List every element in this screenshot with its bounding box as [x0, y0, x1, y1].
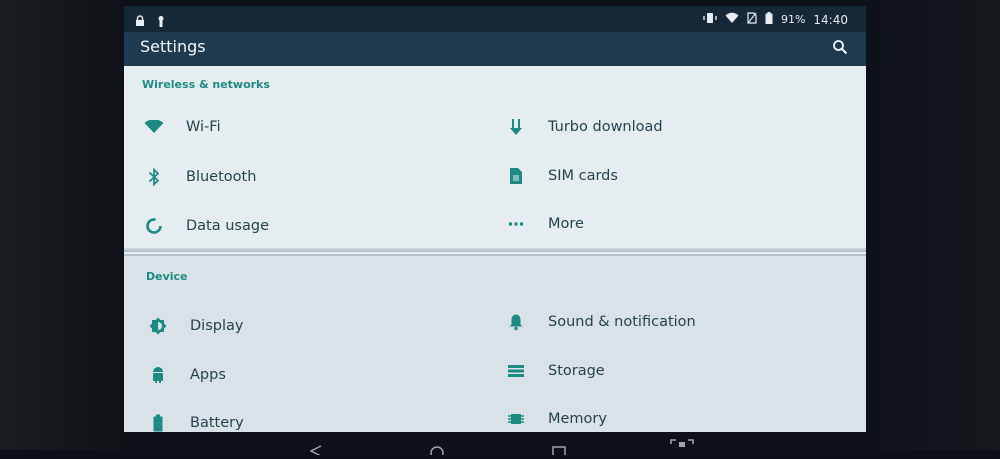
download-arrow-icon — [504, 115, 528, 139]
settings-item-label: Turbo download — [548, 119, 663, 135]
section-header: Wireless & networks — [142, 78, 270, 91]
settings-item-label: Wi-Fi — [186, 119, 221, 135]
tablet-screen: 91% 14:40 Settings Wireless & networks W… — [124, 6, 866, 450]
navigation-bar — [124, 432, 866, 459]
wifi-signal-icon — [725, 12, 739, 27]
settings-item-display[interactable]: Display — [146, 308, 476, 344]
storage-icon — [504, 359, 528, 383]
settings-item-label: Bluetooth — [186, 169, 257, 185]
settings-item-turbo-download[interactable]: Turbo download — [504, 109, 834, 145]
settings-item-storage[interactable]: Storage — [504, 353, 834, 389]
section-device: Device Display Sound & notification Apps — [124, 254, 866, 450]
key-icon — [156, 12, 166, 31]
lock-icon — [134, 12, 146, 31]
settings-item-label: Storage — [548, 363, 605, 379]
section-wireless-networks: Wireless & networks Wi-Fi Turbo download… — [124, 66, 866, 254]
settings-item-data-usage[interactable]: Data usage — [142, 208, 472, 244]
bluetooth-icon — [142, 165, 166, 189]
android-icon — [146, 363, 170, 387]
settings-item-label: SIM cards — [548, 168, 618, 184]
settings-item-label: Memory — [548, 411, 607, 427]
settings-item-sim-cards[interactable]: SIM cards — [504, 158, 834, 194]
settings-item-sound-notification[interactable]: Sound & notification — [504, 304, 834, 340]
display-brightness-icon — [146, 314, 170, 338]
memory-chip-icon — [504, 407, 528, 431]
settings-content: Wireless & networks Wi-Fi Turbo download… — [124, 66, 866, 450]
search-icon — [832, 40, 848, 59]
settings-item-label: Data usage — [186, 218, 269, 234]
settings-item-bluetooth[interactable]: Bluetooth — [142, 159, 472, 195]
more-dots-icon — [504, 212, 528, 236]
settings-item-more[interactable]: More — [504, 206, 834, 242]
settings-item-label: Apps — [190, 367, 226, 383]
data-usage-icon — [142, 214, 166, 238]
battery-percent: 91% — [780, 13, 806, 26]
settings-item-label: Sound & notification — [548, 314, 696, 330]
app-bar: Settings — [124, 32, 866, 66]
search-button[interactable] — [832, 39, 852, 59]
page-title: Settings — [140, 37, 206, 56]
section-divider — [124, 248, 866, 252]
vibrate-icon — [703, 12, 717, 27]
settings-item-label: More — [548, 216, 584, 232]
clock: 14:40 — [813, 12, 848, 27]
section-header: Device — [146, 270, 188, 283]
settings-item-wifi[interactable]: Wi-Fi — [142, 109, 472, 145]
bell-icon — [504, 310, 528, 334]
settings-item-label: Battery — [190, 415, 244, 431]
wifi-icon — [142, 115, 166, 139]
settings-item-apps[interactable]: Apps — [146, 357, 476, 393]
status-bar: 91% 14:40 — [124, 6, 866, 32]
screenshot-icon[interactable] — [670, 436, 694, 455]
settings-item-label: Display — [190, 318, 244, 334]
battery-status-icon — [765, 12, 773, 27]
no-sim-icon — [747, 12, 757, 27]
sim-card-icon — [504, 164, 528, 188]
